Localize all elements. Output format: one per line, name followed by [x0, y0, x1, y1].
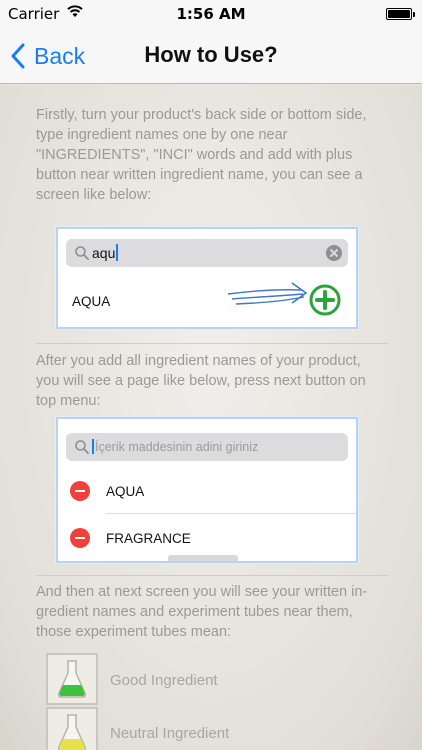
instruction-step-2: After you add all ingredient names of yo…: [36, 353, 366, 409]
page-title: How to Use?: [144, 42, 278, 67]
navigation-bar: Back How to Use?: [0, 28, 422, 84]
clear-icon: [326, 245, 342, 261]
neutral-ingredient-tube: [46, 707, 98, 750]
instruction-step-1: Firstly, turn your product's back side o…: [36, 107, 367, 203]
example-footer-edge: [168, 555, 238, 561]
example-ingredient-list: İçerik maddesinin adini giriniz AQUA FRA…: [56, 417, 358, 563]
plus-circle-icon: [309, 284, 341, 316]
row-separator: [106, 513, 356, 514]
arrow-annotation-icon: [227, 282, 308, 305]
yellow-flask-icon: [58, 714, 86, 750]
good-ingredient-label: Good Ingredient: [110, 672, 218, 689]
search-icon: [75, 246, 89, 260]
example-search-bar: aqu: [66, 239, 348, 267]
example-search-bar: İçerik maddesinin adini giriniz: [66, 433, 348, 461]
remove-icon: [70, 481, 90, 501]
remove-icon: [70, 528, 90, 548]
good-ingredient-tube: [46, 653, 98, 705]
example-list-item: FRAGRANCE: [106, 531, 191, 546]
help-content[interactable]: Firstly, turn your product's back side o…: [0, 85, 422, 750]
example-search-placeholder: İçerik maddesinin adini giriniz: [92, 439, 258, 454]
example-result-item: AQUA: [72, 294, 111, 309]
section-divider: [36, 575, 388, 576]
instruction-step-3: And then at next screen you will see you…: [36, 584, 368, 640]
status-bar: Carrier 1:56 AM: [0, 0, 422, 28]
example-add-ingredient: aqu AQUA: [56, 227, 358, 329]
example-list-item: AQUA: [106, 484, 145, 499]
section-divider: [36, 343, 388, 344]
example-search-text: aqu: [92, 244, 119, 261]
clock: 1:56 AM: [176, 5, 246, 23]
green-flask-icon: [58, 660, 86, 698]
neutral-ingredient-label: Neutral Ingredient: [110, 725, 230, 742]
battery-icon: [386, 8, 415, 20]
search-icon: [75, 440, 89, 454]
